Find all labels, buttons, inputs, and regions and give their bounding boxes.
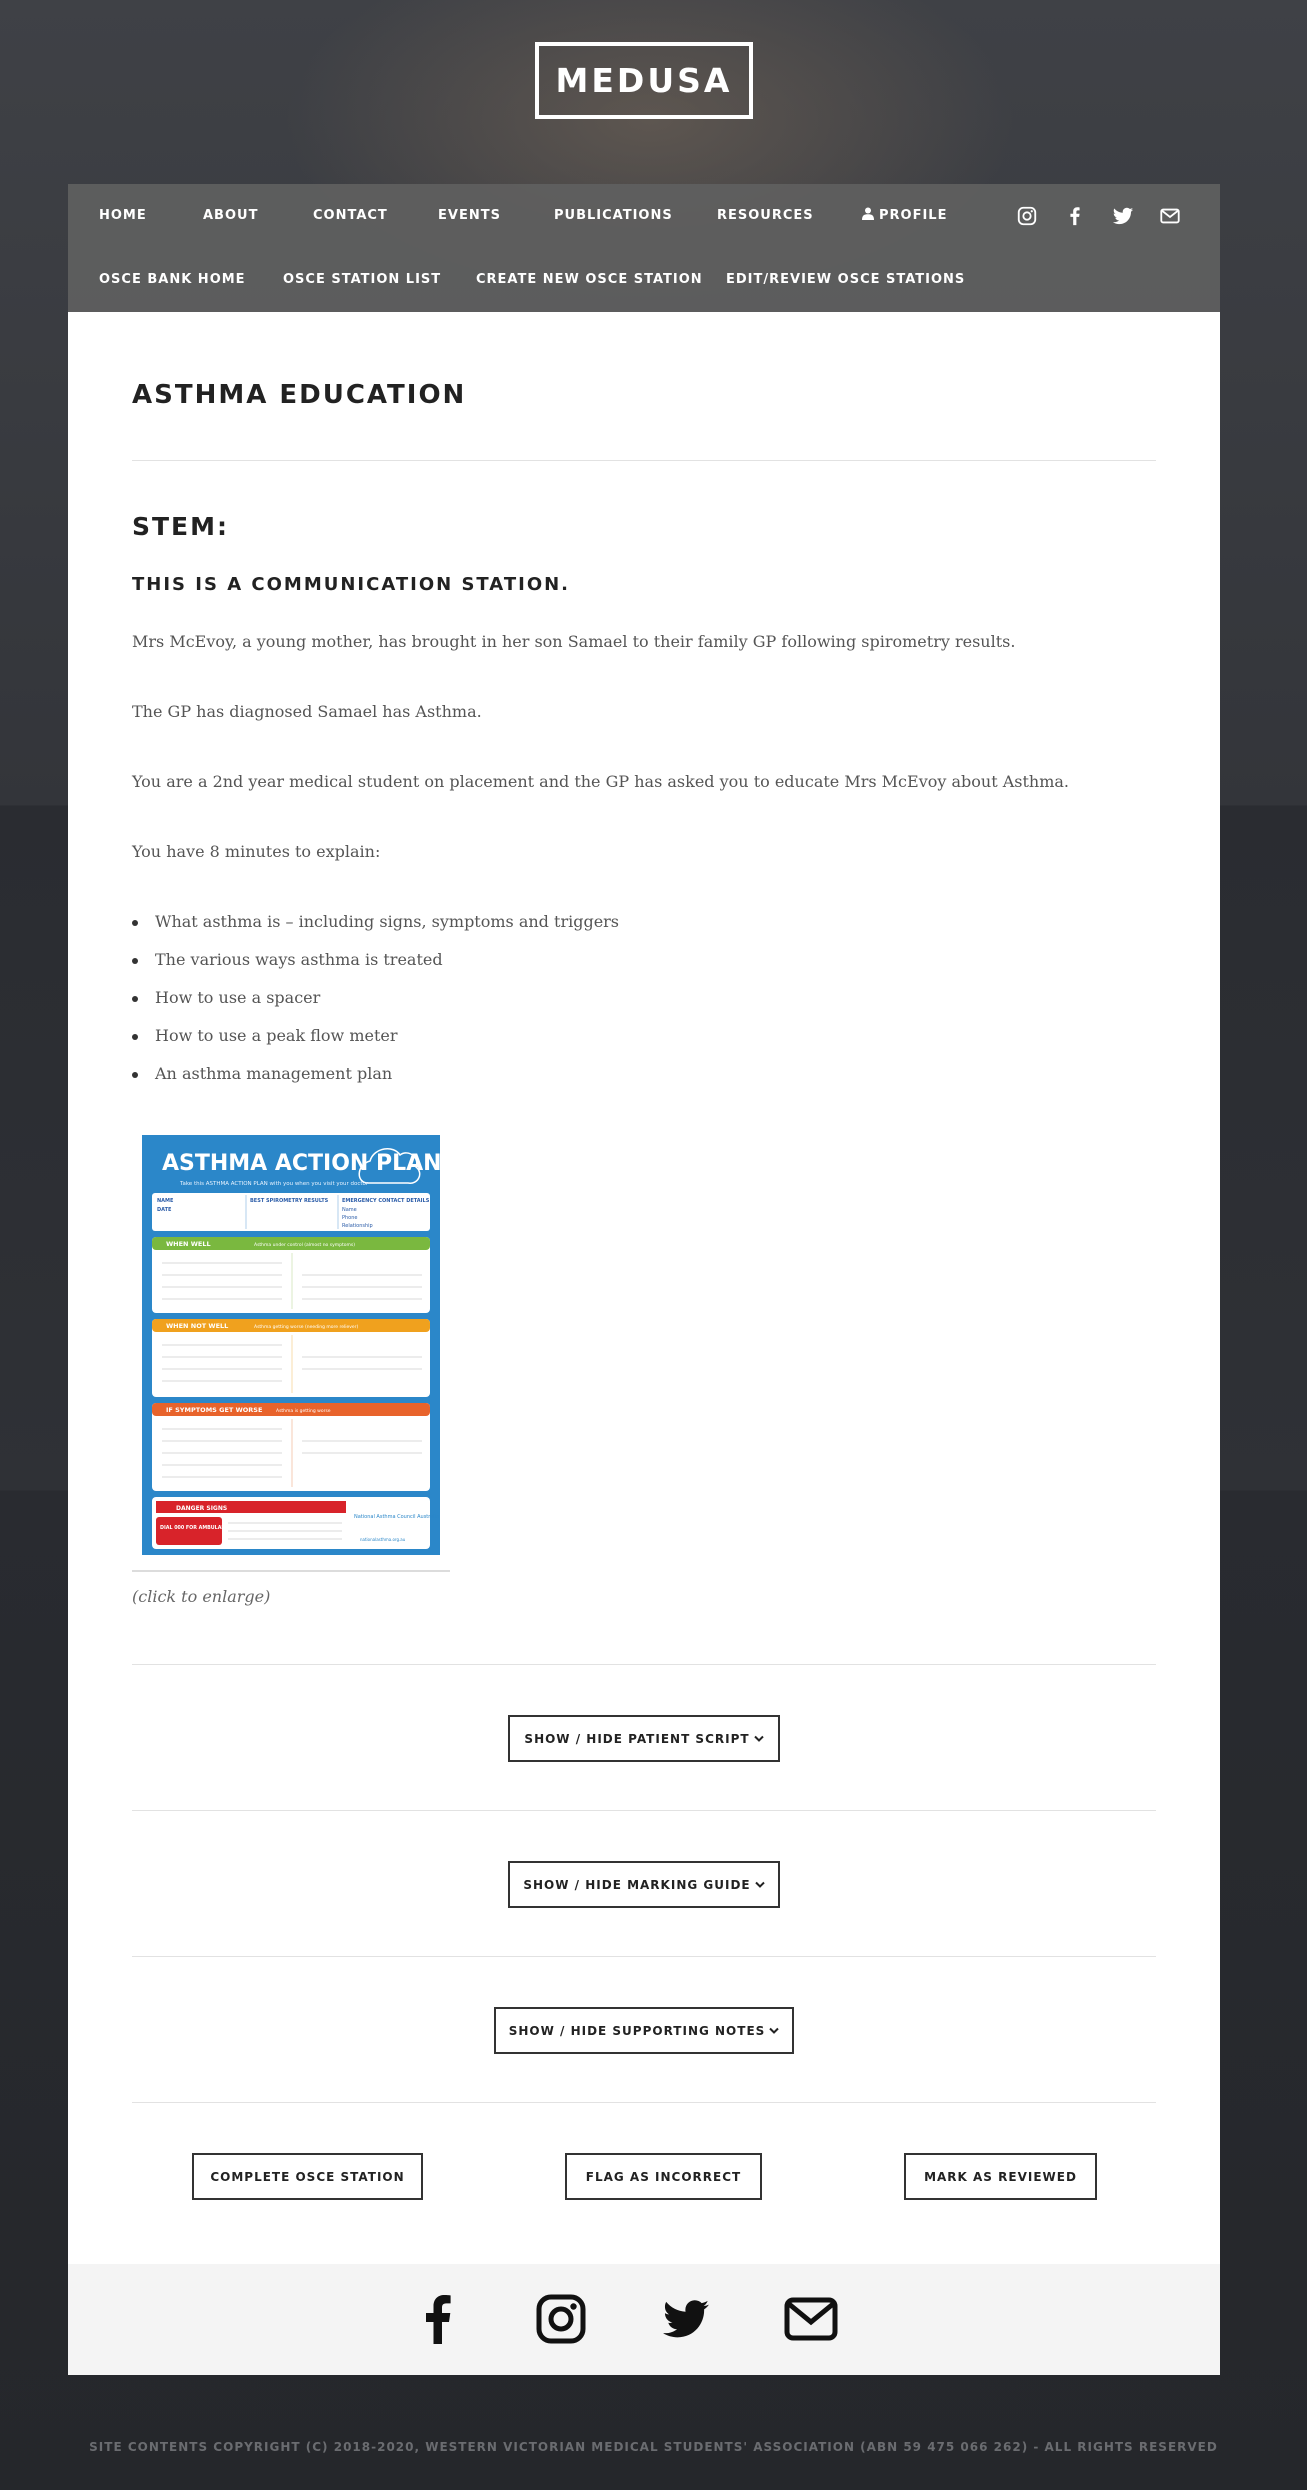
nav-contact[interactable]: CONTACT (313, 184, 388, 248)
station-type-heading: THIS IS A COMMUNICATION STATION. (132, 574, 571, 595)
toggle-label: SHOW / HIDE PATIENT SCRIPT (524, 1731, 750, 1746)
poster-field: EMERGENCY CONTACT DETAILS (342, 1198, 430, 1204)
poster-section-heading: WHEN NOT WELL (166, 1322, 228, 1330)
stem-paragraph: You are a 2nd year medical student on pl… (132, 772, 1070, 791)
poster-section-note: Asthma under control (almost no symptoms… (254, 1242, 355, 1248)
chevron-down-icon (769, 2027, 779, 2034)
copyright-text: SITE CONTENTS COPYRIGHT (C) 2018-2020, W… (89, 2440, 1218, 2454)
toggle-label: SHOW / HIDE SUPPORTING NOTES (508, 2023, 766, 2038)
stem-paragraph: Mrs McEvoy, a young mother, has brought … (132, 632, 1016, 651)
mail-icon[interactable] (1159, 205, 1181, 227)
nav-create-osce-station[interactable]: CREATE NEW OSCE STATION (476, 248, 703, 312)
divider (132, 2102, 1156, 2103)
primary-nav-row: HOME ABOUT CONTACT EVENTS PUBLICATIONS R… (68, 184, 1220, 248)
task-list-item: How to use a spacer (131, 988, 321, 1007)
task-list-item: How to use a peak flow meter (132, 1026, 398, 1045)
image-underline (132, 1570, 450, 1572)
poster-title: ASTHMA ACTION PLAN (162, 1151, 440, 1176)
stem-paragraph: The GP has diagnosed Samael has Asthma. (132, 702, 482, 721)
complete-osce-station-button[interactable]: COMPLETE OSCE STATION (192, 2153, 423, 2200)
image-caption: (click to enlarge) (132, 1587, 271, 1606)
instagram-icon[interactable] (536, 2294, 586, 2344)
toggle-supporting-notes-button[interactable]: SHOW / HIDE SUPPORTING NOTES (494, 2007, 794, 2054)
stem-heading: STEM: (132, 512, 230, 541)
poster-field: NAME (157, 1198, 174, 1204)
nav-edit-review-osce-stations[interactable]: EDIT/REVIEW OSCE STATIONS (726, 248, 965, 312)
poster-field: DATE (157, 1207, 172, 1213)
nav-osce-station-list[interactable]: OSCE STATION LIST (283, 248, 441, 312)
page-title: ASTHMA EDUCATION (132, 380, 467, 410)
flag-as-incorrect-button[interactable]: FLAG AS INCORRECT (565, 2153, 762, 2200)
poster-subtitle: Take this ASTHMA ACTION PLAN with you wh… (179, 1181, 369, 1187)
poster-field: Relationship (342, 1223, 373, 1229)
poster-field: BEST SPIROMETRY RESULTS (250, 1198, 329, 1204)
poster-danger-heading: DANGER SIGNS (176, 1505, 227, 1512)
divider (132, 460, 1156, 461)
poster-emergency-text: DIAL 000 FOR AMBULANCE (160, 1525, 232, 1531)
stem-paragraph: You have 8 minutes to explain: (132, 842, 381, 861)
toggle-label: SHOW / HIDE MARKING GUIDE (523, 1877, 751, 1892)
nav-about[interactable]: ABOUT (203, 184, 258, 248)
twitter-icon[interactable] (1112, 205, 1134, 227)
content-panel: ASTHMA EDUCATION STEM: THIS IS A COMMUNI… (68, 312, 1220, 2264)
task-list-item: An asthma management plan (131, 1064, 393, 1083)
nav-profile-label: PROFILE (879, 208, 948, 223)
mark-as-reviewed-button[interactable]: MARK AS REVIEWED (904, 2153, 1097, 2200)
poster-section-heading: WHEN WELL (166, 1240, 211, 1248)
poster-section-note: Asthma getting worse (needing more relie… (254, 1324, 359, 1330)
toggle-marking-guide-button[interactable]: SHOW / HIDE MARKING GUIDE (508, 1861, 780, 1908)
task-list-item: The various ways asthma is treated (132, 950, 443, 969)
nav-profile[interactable]: PROFILE (862, 184, 947, 248)
chevron-down-icon (753, 1735, 764, 1742)
poster-section-heading: IF SYMPTOMS GET WORSE (166, 1406, 262, 1414)
facebook-icon[interactable] (1064, 205, 1086, 227)
user-icon (862, 207, 874, 220)
instagram-icon[interactable] (1016, 205, 1038, 227)
poster-field: Name (342, 1207, 357, 1213)
asthma-action-plan-image[interactable]: ASTHMA ACTION PLAN Take this ASTHMA ACTI… (142, 1135, 440, 1555)
nav-resources[interactable]: RESOURCES (717, 184, 814, 248)
poster-url: nationalasthma.org.au (360, 1537, 406, 1542)
main-navigation: HOME ABOUT CONTACT EVENTS PUBLICATIONS R… (68, 184, 1220, 312)
facebook-icon[interactable] (423, 2294, 453, 2344)
mail-icon[interactable] (784, 2294, 838, 2344)
twitter-icon[interactable] (660, 2294, 712, 2344)
site-logo[interactable]: MEDUSA (535, 42, 753, 119)
poster-section-note: Asthma is getting worse (276, 1408, 331, 1414)
divider (132, 1664, 1156, 1665)
divider (132, 1810, 1156, 1811)
nav-osce-bank-home[interactable]: OSCE BANK HOME (99, 248, 246, 312)
task-list-item: What asthma is – including signs, sympto… (131, 912, 620, 931)
toggle-patient-script-button[interactable]: SHOW / HIDE PATIENT SCRIPT (508, 1715, 780, 1762)
nav-events[interactable]: EVENTS (438, 184, 501, 248)
footer-social-bar (68, 2264, 1220, 2375)
secondary-nav-row: OSCE BANK HOME OSCE STATION LIST CREATE … (68, 248, 1220, 312)
nav-home[interactable]: HOME (99, 184, 147, 248)
nav-publications[interactable]: PUBLICATIONS (554, 184, 673, 248)
poster-logo: National Asthma Council Australia (354, 1514, 439, 1520)
poster-field: Phone (342, 1215, 358, 1221)
chevron-down-icon (754, 1881, 765, 1888)
divider (132, 1956, 1156, 1957)
